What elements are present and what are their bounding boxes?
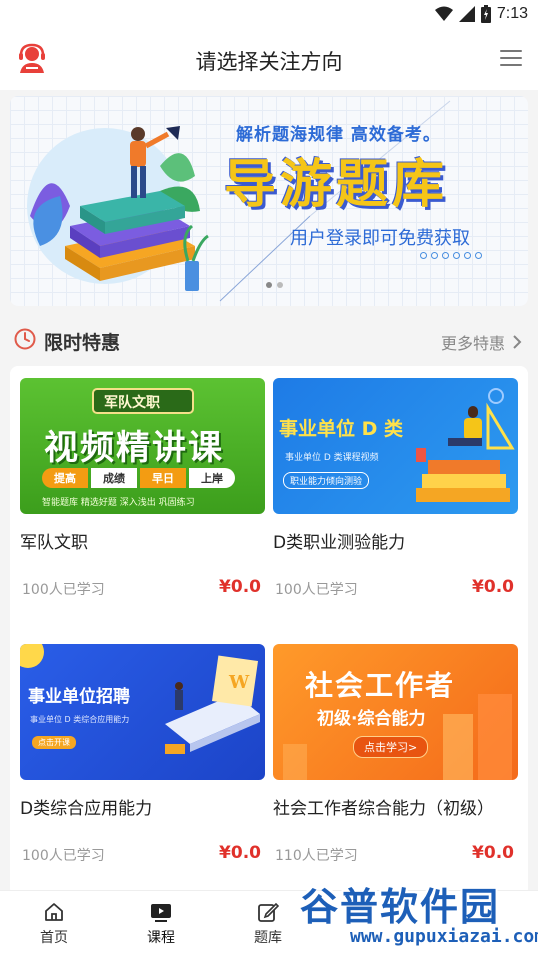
chevron-right-icon: [513, 335, 522, 349]
watermark-cn: 谷普软件园: [300, 885, 501, 929]
thumb-sub: 初级·综合能力: [317, 709, 426, 729]
thumb-headline: 视频精讲课: [44, 428, 224, 468]
thumb-tag-row: 提高 成绩 早日 上岸: [42, 468, 235, 488]
course-meta: 100人已学习 ¥0.0: [20, 577, 265, 599]
signal-icon: [458, 6, 475, 22]
thumb-headline: 事业单位 D 类: [279, 418, 404, 440]
thumb-illustration: W: [165, 655, 260, 754]
clock-icon: [14, 328, 36, 350]
edit-icon: [258, 902, 279, 922]
svg-text:W: W: [228, 672, 250, 693]
banner-pager[interactable]: [266, 282, 283, 288]
section-title: 限时特惠: [44, 332, 121, 354]
thumb-illustration: [416, 388, 515, 502]
thumb-sub: 事业单位 D 类课程视频: [285, 453, 379, 463]
course-thumbnail[interactable]: 社会工作者 初级·综合能力 点击学习>: [273, 644, 518, 780]
banner-decor-dots: [420, 252, 482, 259]
course-price: ¥0.0: [472, 577, 514, 597]
course-panel: 军队文职 视频精讲课 提高 成绩 早日 上岸 智能题库 精选好题 深入浅出 巩固…: [10, 366, 528, 896]
home-icon: [45, 903, 63, 921]
course-title[interactable]: 军队文职: [20, 528, 265, 553]
thumb-headline: 事业单位招聘: [28, 687, 130, 707]
thumb-footer: 智能题库 精选好题 深入浅出 巩固练习: [42, 498, 195, 508]
course-card[interactable]: 社会工作者 初级·综合能力 点击学习> 社会工作者综合能力（初级） 110人已学…: [273, 644, 518, 865]
course-thumbnail[interactable]: 事业单位招聘 事业单位 D 类综合应用能力 点击开课 W: [20, 644, 265, 780]
thumb-headline: 社会工作者: [305, 669, 456, 702]
course-meta: 110人已学习 ¥0.0: [273, 843, 518, 865]
thumb-sub: 事业单位 D 类综合应用能力: [30, 715, 130, 724]
course-meta: 100人已学习 ¥0.0: [20, 843, 265, 865]
learner-count: 100人已学习: [275, 582, 358, 598]
page-title: 请选择关注方向: [195, 50, 343, 74]
menu-icon[interactable]: [500, 50, 522, 66]
learner-count: 100人已学习: [22, 582, 105, 598]
video-icon: [151, 904, 171, 922]
site-watermark: 谷普软件园 www.gupuxiazai.com: [294, 870, 538, 954]
course-card[interactable]: 事业单位 D 类 事业单位 D 类课程视频 职业能力倾向测验 D类职业测验能力 …: [273, 378, 518, 599]
promo-banner[interactable]: 解析题海规律 高效备考。 导游题库 用户登录即可免费获取: [10, 96, 528, 306]
battery-icon: [480, 5, 491, 23]
learner-count: 110人已学习: [275, 848, 358, 864]
course-price: ¥0.0: [219, 843, 261, 863]
banner-subtitle: 用户登录即可免费获取: [290, 228, 470, 249]
tab-label: 课程: [147, 930, 175, 946]
thumb-tag: 上岸: [189, 468, 235, 488]
wifi-icon: [434, 6, 453, 21]
thumb-pill: 点击开课: [32, 736, 76, 749]
more-deals-link[interactable]: 更多特惠: [441, 330, 522, 354]
thumb-tag: 提高: [42, 468, 88, 488]
tab-label: 首页: [40, 930, 68, 946]
course-title[interactable]: D类职业测验能力: [273, 528, 518, 553]
status-indicators: 7:13: [434, 5, 528, 23]
course-card[interactable]: 军队文职 视频精讲课 提高 成绩 早日 上岸 智能题库 精选好题 深入浅出 巩固…: [20, 378, 265, 599]
course-title[interactable]: 社会工作者综合能力（初级）: [273, 794, 518, 819]
banner-title: 导游题库: [224, 155, 449, 215]
course-thumbnail[interactable]: 事业单位 D 类 事业单位 D 类课程视频 职业能力倾向测验: [273, 378, 518, 514]
section-header: 限时特惠 更多特惠: [0, 318, 538, 362]
status-time: 7:13: [496, 5, 528, 22]
course-thumbnail[interactable]: 军队文职 视频精讲课 提高 成绩 早日 上岸 智能题库 精选好题 深入浅出 巩固…: [20, 378, 265, 514]
course-card[interactable]: 事业单位招聘 事业单位 D 类综合应用能力 点击开课 W D类综合应用能力 10…: [20, 644, 265, 865]
course-meta: 100人已学习 ¥0.0: [273, 577, 518, 599]
tab-question-bank[interactable]: 题库: [238, 901, 298, 947]
thumb-tag: 早日: [140, 468, 186, 488]
thumb-tag: 成绩: [91, 468, 137, 488]
course-price: ¥0.0: [219, 577, 261, 597]
tab-courses[interactable]: 课程: [131, 901, 191, 947]
watermark-url: www.gupuxiazai.com: [350, 926, 538, 947]
course-price: ¥0.0: [472, 843, 514, 863]
tab-label: 题库: [254, 930, 282, 946]
more-deals-label: 更多特惠: [440, 334, 505, 353]
thumb-badge-text: 军队文职: [104, 395, 160, 411]
tab-home[interactable]: 首页: [24, 901, 84, 947]
learner-count: 100人已学习: [22, 848, 105, 864]
thumb-pill: 职业能力倾向测验: [283, 472, 370, 489]
app-header: 请选择关注方向: [0, 30, 538, 90]
thumb-pill: 点击学习>: [353, 736, 429, 758]
status-bar: 7:13: [0, 0, 538, 30]
course-title[interactable]: D类综合应用能力: [20, 794, 265, 819]
thumb-moon-decor: [20, 644, 44, 668]
